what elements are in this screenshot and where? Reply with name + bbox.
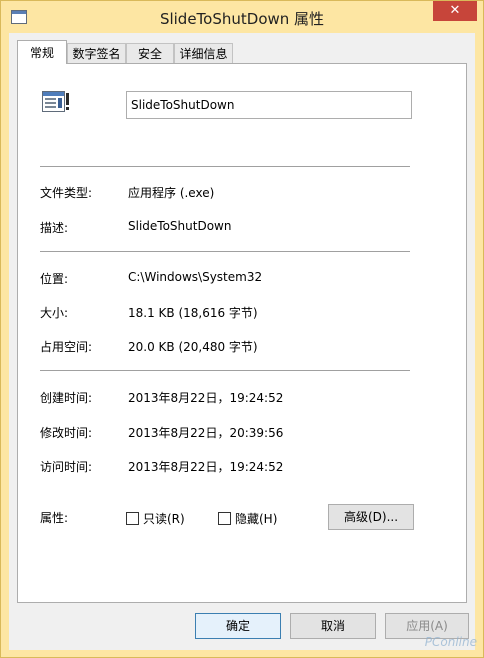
general-tab-page: 文件类型: 应用程序 (.exe) 描述: SlideToShutDown 位置…	[17, 63, 467, 603]
description-value: SlideToShutDown	[128, 219, 232, 233]
close-button[interactable]: ✕	[433, 1, 477, 21]
modified-label: 修改时间:	[40, 426, 93, 440]
application-window-icon	[42, 91, 69, 112]
disk-size-value: 20.0 KB (20,480 字节)	[128, 340, 258, 354]
location-label: 位置:	[40, 272, 69, 286]
dialog-client-area: 常规 数字签名 安全 详细信息 文件类型: 应用程序 (.exe) 描述: Sl…	[9, 33, 475, 650]
file-type-label: 文件类型:	[40, 186, 93, 200]
separator	[40, 166, 410, 167]
title-bar: SlideToShutDown 属性 ✕	[1, 1, 483, 33]
separator	[40, 251, 410, 252]
location-value: C:\Windows\System32	[128, 270, 263, 284]
properties-window: SlideToShutDown 属性 ✕ 常规 数字签名 安全 详细信息 文件类…	[0, 0, 484, 658]
tab-digital-signatures[interactable]: 数字签名	[67, 43, 126, 63]
description-label: 描述:	[40, 221, 69, 235]
hidden-checkbox-label: 隐藏(H)	[235, 512, 278, 526]
window-title: SlideToShutDown 属性	[159, 10, 325, 28]
file-name-input[interactable]	[126, 91, 412, 119]
tab-general[interactable]: 常规	[17, 40, 67, 64]
file-type-value: 应用程序 (.exe)	[128, 186, 215, 200]
checkbox-box[interactable]	[218, 512, 231, 525]
checkbox-box[interactable]	[126, 512, 139, 525]
accessed-value: 2013年8月22日，19:24:52	[128, 460, 284, 474]
modified-value: 2013年8月22日，20:39:56	[128, 426, 284, 440]
accessed-label: 访问时间:	[40, 460, 93, 474]
attributes-label: 属性:	[40, 511, 69, 525]
created-label: 创建时间:	[40, 391, 93, 405]
tab-security[interactable]: 安全	[126, 43, 174, 63]
separator	[40, 370, 410, 371]
readonly-checkbox-label: 只读(R)	[143, 512, 185, 526]
readonly-checkbox[interactable]: 只读(R)	[126, 511, 185, 527]
size-value: 18.1 KB (18,616 字节)	[128, 306, 258, 320]
advanced-button[interactable]: 高级(D)...	[328, 504, 414, 530]
watermark: PConline	[424, 635, 477, 649]
ok-button[interactable]: 确定	[195, 613, 281, 639]
tab-details[interactable]: 详细信息	[174, 43, 233, 63]
cancel-button[interactable]: 取消	[290, 613, 376, 639]
disk-size-label: 占用空间:	[40, 340, 93, 354]
hidden-checkbox[interactable]: 隐藏(H)	[218, 511, 277, 527]
size-label: 大小:	[40, 306, 69, 320]
created-value: 2013年8月22日，19:24:52	[128, 391, 284, 405]
